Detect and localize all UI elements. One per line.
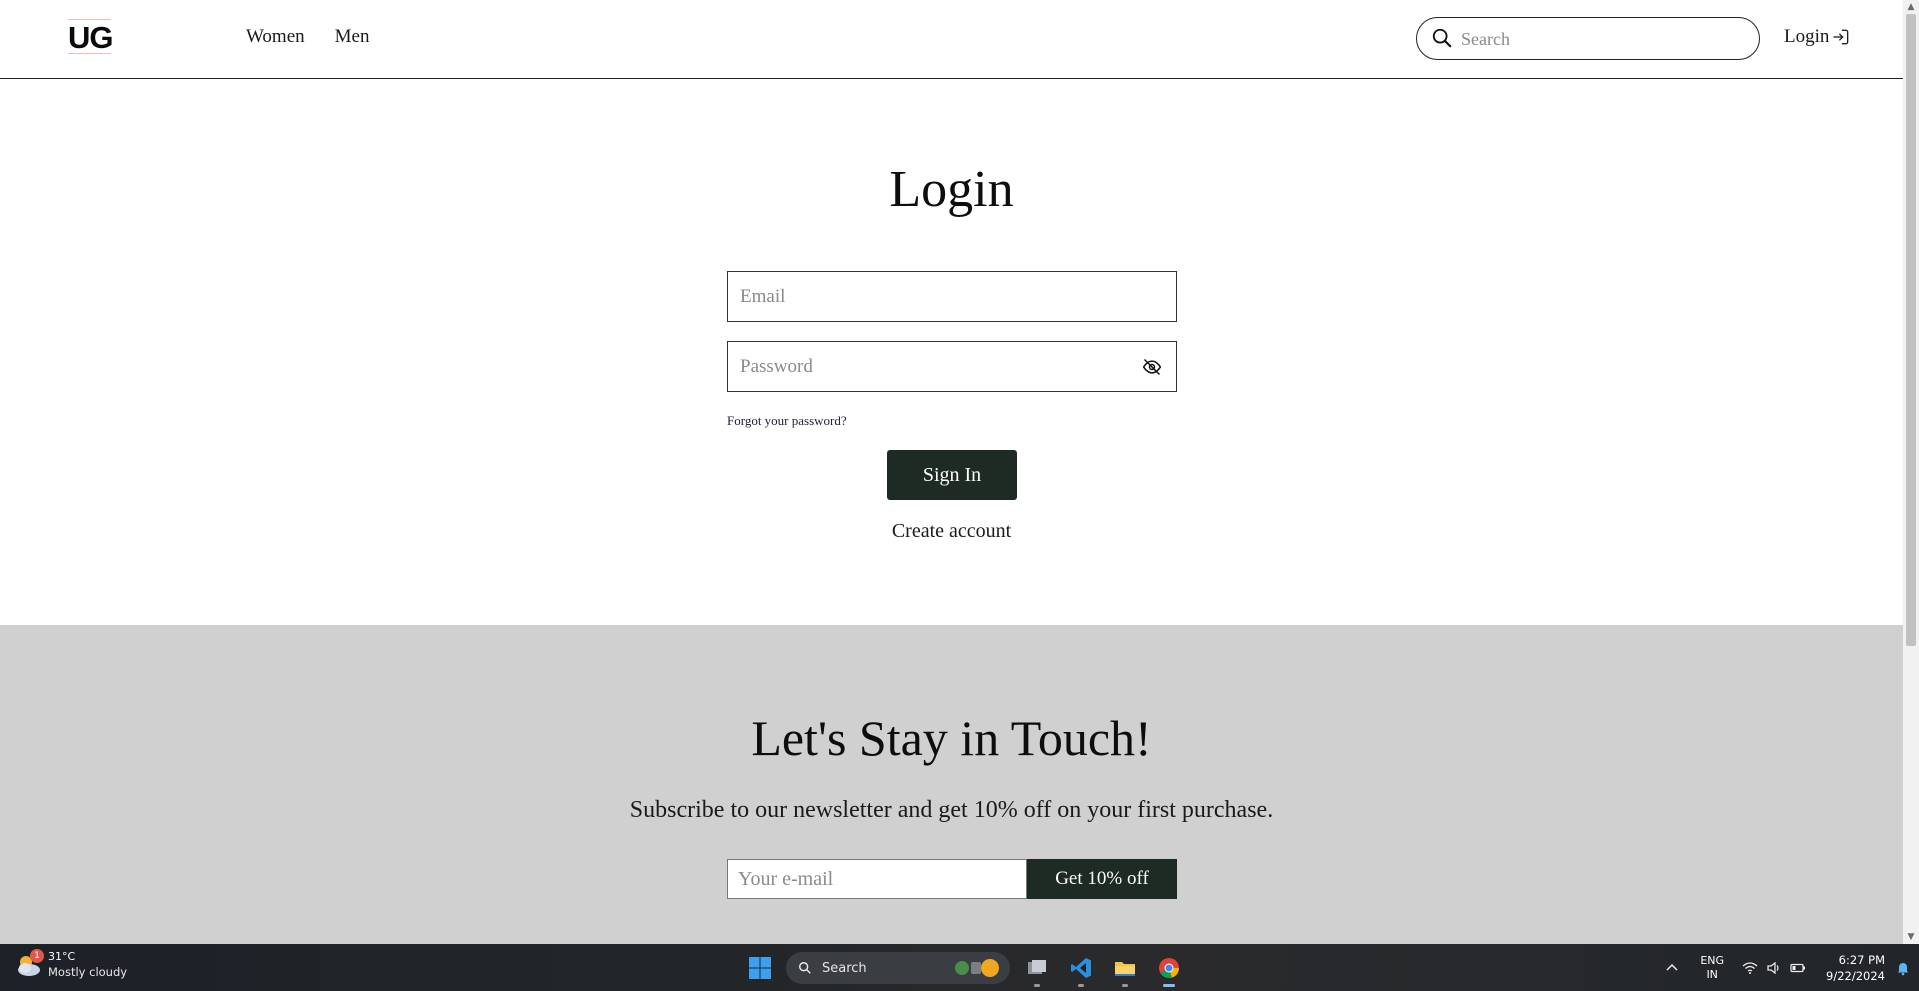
search-input[interactable]: [1459, 26, 1739, 52]
newsletter-section: Let's Stay in Touch! Subscribe to our ne…: [0, 625, 1903, 944]
volume-icon: [1767, 961, 1779, 974]
language-line1: ENG: [1700, 953, 1725, 967]
system-icons[interactable]: [1742, 960, 1806, 976]
search-icon[interactable]: [1431, 27, 1453, 49]
wifi-icon: [1742, 961, 1758, 974]
vscode-icon: [1071, 958, 1091, 978]
chevron-up-icon[interactable]: [1664, 960, 1680, 976]
chrome-app[interactable]: [1152, 951, 1186, 987]
page-scrollbar[interactable]: ▲ ▼: [1903, 0, 1919, 944]
taskbar-search-icon: [799, 962, 811, 974]
file-explorer-app[interactable]: [1108, 951, 1142, 987]
windows-taskbar: 1 31°C Mostly cloudy Search ENG IN 6:27 …: [0, 944, 1919, 991]
clock-date: 9/22/2024: [1826, 968, 1885, 983]
vscode-app[interactable]: [1064, 951, 1098, 987]
main-nav: Women Men: [246, 26, 369, 48]
language-indicator[interactable]: ENG IN: [1700, 954, 1724, 982]
weather-badge: 1: [30, 949, 44, 963]
password-input[interactable]: [738, 354, 1138, 380]
windows-start-icon[interactable]: [744, 952, 776, 984]
password-field[interactable]: [727, 341, 1177, 392]
login-arrow-icon: [1833, 29, 1849, 45]
search-highlight-icon: [955, 959, 999, 977]
hide-password-icon[interactable]: [1142, 357, 1162, 377]
language-line2: IN: [1706, 967, 1718, 981]
header-login-label: Login: [1784, 26, 1830, 47]
create-account-link[interactable]: Create account: [0, 520, 1903, 543]
taskbar-center: Search: [744, 949, 1186, 987]
clock-time: 6:27 PM: [1838, 952, 1885, 967]
header-login-link[interactable]: Login: [1784, 26, 1851, 48]
file-manager-icon: [1028, 960, 1046, 974]
weather-widget[interactable]: 1 31°C Mostly cloudy: [14, 949, 128, 980]
battery-icon: [1790, 963, 1806, 972]
file-explorer-icon: [1115, 962, 1135, 976]
nav-women[interactable]: Women: [246, 26, 305, 48]
weather-condition: Mostly cloudy: [48, 965, 128, 979]
sign-in-button[interactable]: Sign In: [887, 450, 1017, 500]
newsletter-title: Let's Stay in Touch!: [751, 710, 1152, 766]
header-search[interactable]: [1416, 17, 1760, 60]
email-input[interactable]: [738, 284, 1138, 310]
newsletter-email-input[interactable]: [727, 859, 1027, 899]
taskbar-search[interactable]: Search: [786, 952, 1010, 984]
nav-men[interactable]: Men: [335, 26, 370, 48]
site-logo[interactable]: UG: [68, 19, 114, 55]
system-tray: ENG IN 6:27 PM 9/22/2024: [1664, 944, 1919, 991]
scroll-down-icon[interactable]: ▼: [1903, 930, 1919, 944]
cloudy-weather-icon: 1: [14, 949, 44, 979]
task-view-app[interactable]: [1020, 951, 1054, 987]
login-title: Login: [889, 161, 1014, 218]
scroll-up-icon[interactable]: ▲: [1903, 0, 1919, 14]
email-field[interactable]: [727, 271, 1177, 322]
taskbar-search-label: Search: [822, 960, 867, 976]
newsletter-subtitle: Subscribe to our newsletter and get 10% …: [629, 797, 1274, 823]
scrollbar-thumb[interactable]: [1906, 14, 1916, 646]
forgot-password-link[interactable]: Forgot your password?: [727, 413, 847, 429]
notification-bell-icon[interactable]: [1895, 960, 1911, 976]
chrome-icon: [1159, 958, 1180, 979]
browser-page: UG Women Men Login Login: [0, 0, 1903, 944]
weather-temp: 31°C: [48, 950, 76, 963]
newsletter-submit-button[interactable]: Get 10% off: [1027, 859, 1177, 899]
site-header: UG Women Men Login: [0, 0, 1903, 79]
clock[interactable]: 6:27 PM 9/22/2024: [1826, 952, 1885, 984]
